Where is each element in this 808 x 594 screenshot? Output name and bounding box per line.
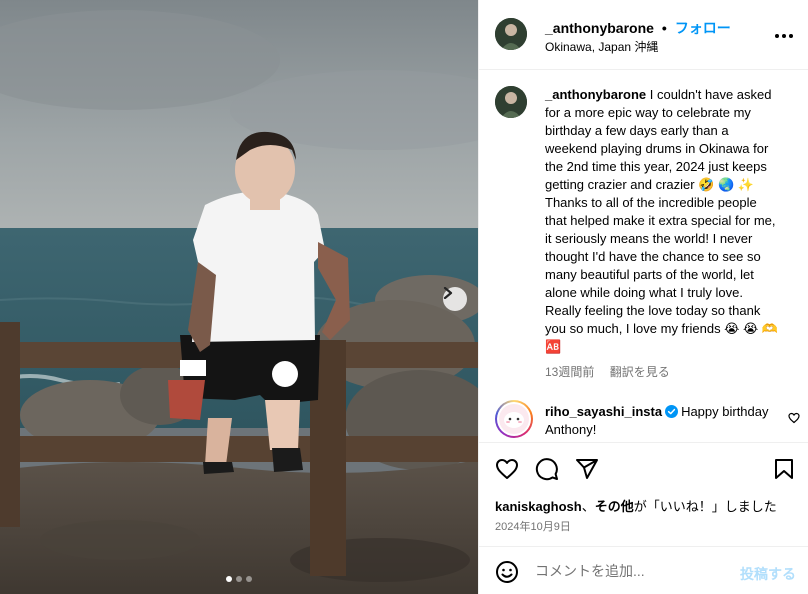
comment-bubble-icon[interactable] <box>535 457 559 481</box>
share-send-icon[interactable] <box>575 457 599 481</box>
likes-summary: kaniskaghosh、その他が「いいね！」しました <box>495 496 777 515</box>
author-avatar[interactable] <box>495 18 527 50</box>
comments-area[interactable]: _anthonybarone I couldn't have asked for… <box>479 70 808 442</box>
add-comment-bar: 投稿する <box>479 546 808 594</box>
caption-avatar-image <box>495 86 527 118</box>
author-avatar-image <box>495 18 527 50</box>
verified-badge-icon <box>665 405 679 418</box>
caption-age[interactable]: 13週間前 <box>545 365 594 379</box>
likes-suffix: が「いいね！」しました <box>633 499 777 514</box>
post-side-panel: _anthonybarone • フォロー Okinawa, Japan 沖縄 … <box>478 0 808 594</box>
caption-avatar[interactable] <box>495 86 527 118</box>
post-photo <box>0 0 478 594</box>
post-actions <box>479 442 808 494</box>
chevron-right-icon <box>443 287 453 299</box>
carousel-dot-3 <box>246 576 252 582</box>
post-comment-button[interactable]: 投稿する <box>740 564 796 584</box>
save-bookmark-icon[interactable] <box>772 457 796 481</box>
commenter-username[interactable]: riho_sayashi_insta <box>545 404 662 419</box>
follow-button[interactable]: フォロー <box>675 18 731 38</box>
carousel-dot-1 <box>226 576 232 582</box>
photo-illustration <box>0 0 478 594</box>
emoji-smiley-icon[interactable] <box>495 560 519 584</box>
post-location[interactable]: Okinawa, Japan 沖縄 <box>545 38 658 55</box>
comment-like-icon[interactable] <box>788 412 800 424</box>
likes-others-link[interactable]: その他 <box>595 499 634 514</box>
carousel-dot-2 <box>236 576 242 582</box>
likes-connector: 、 <box>581 499 595 514</box>
caption-meta: 13週間前 翻訳を見る <box>545 363 682 380</box>
more-options-icon[interactable] <box>774 26 794 46</box>
translate-link[interactable]: 翻訳を見る <box>610 365 670 379</box>
commenter-avatar-image <box>504 412 524 428</box>
post-header: _anthonybarone • フォロー Okinawa, Japan 沖縄 <box>479 0 808 70</box>
header-separator: • <box>661 20 667 36</box>
author-username[interactable]: _anthonybarone <box>545 20 654 36</box>
comment-input[interactable] <box>535 559 725 583</box>
carousel-indicators <box>0 576 478 582</box>
post-date[interactable]: 2024年10月9日 <box>495 518 571 534</box>
like-heart-icon[interactable] <box>495 457 519 481</box>
caption-body: I couldn't have asked for a more epic wa… <box>545 87 778 354</box>
caption-text: _anthonybarone I couldn't have asked for… <box>545 86 781 356</box>
caption-username[interactable]: _anthonybarone <box>545 87 646 102</box>
post-header-user: _anthonybarone • フォロー <box>545 18 731 38</box>
comment-text: riho_sayashi_insta Happy birthday Anthony… <box>545 403 775 439</box>
carousel-next-button[interactable] <box>443 287 467 311</box>
commenter-avatar[interactable] <box>495 400 533 438</box>
liker-username[interactable]: kaniskaghosh <box>495 499 582 514</box>
